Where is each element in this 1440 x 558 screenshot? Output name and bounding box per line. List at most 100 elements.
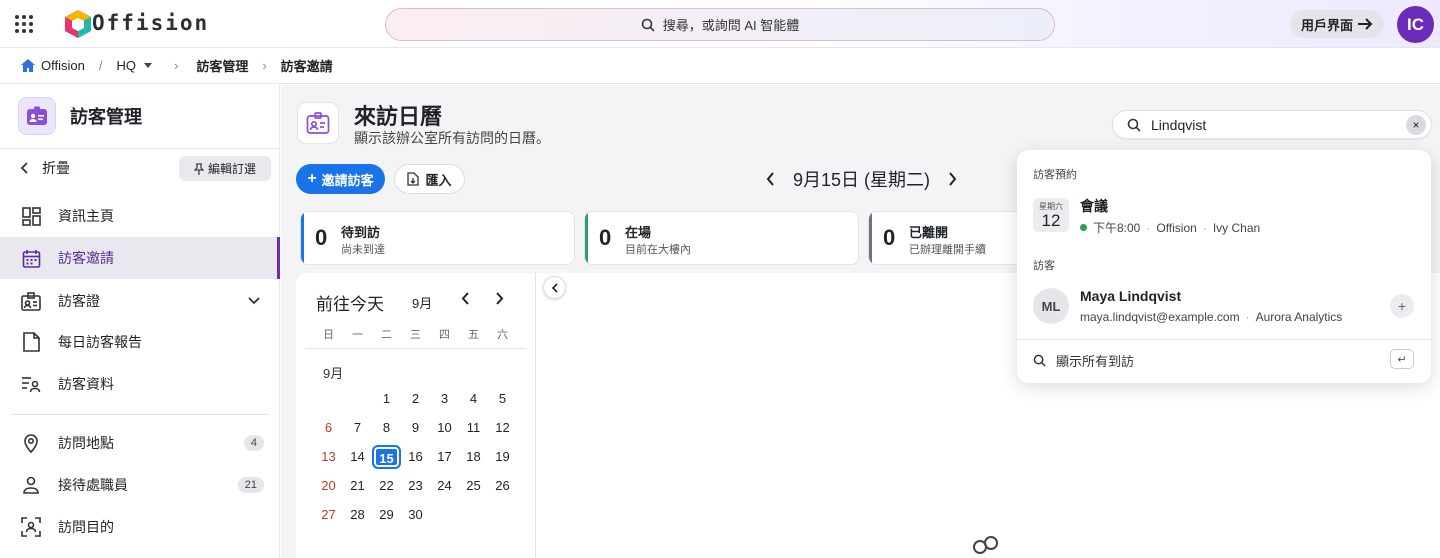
calendar-day[interactable]: 27 — [314, 503, 343, 527]
stat-accent-bar — [585, 212, 588, 264]
calendar-day[interactable]: 17 — [430, 445, 459, 469]
calendar-day[interactable]: 18 — [459, 445, 488, 469]
calendar-day[interactable]: 25 — [459, 474, 488, 498]
calendar-day[interactable]: 10 — [430, 416, 459, 440]
apps-grid-icon[interactable] — [14, 14, 34, 34]
divider — [306, 348, 526, 349]
top-bar: Offision 搜尋，或詢問 AI 智能體 用戶界面 IC — [0, 0, 1440, 48]
clear-search-icon[interactable]: × — [1406, 115, 1426, 135]
location-icon — [20, 432, 42, 454]
calendar-day[interactable]: 3 — [430, 387, 459, 411]
meta-separator: · — [1146, 220, 1151, 235]
user-interface-button[interactable]: 用戶界面 — [1290, 10, 1384, 38]
goto-today-button[interactable]: 前往今天 — [316, 290, 384, 315]
booking-host: Ivy Chan — [1212, 220, 1261, 235]
stat-card-onsite[interactable]: 0 在場 目前在大樓內 — [584, 211, 859, 265]
calendar-day[interactable]: 23 — [401, 474, 430, 498]
people-icon — [973, 536, 998, 554]
page-subtitle: 顯示該辦公室所有訪問的日曆。 — [354, 130, 550, 146]
chevron-left-icon[interactable] — [766, 172, 775, 186]
weekday-label: 五 — [468, 329, 479, 341]
calendar-day[interactable]: 12 — [488, 416, 517, 440]
breadcrumb-page: 訪客邀請 — [280, 59, 333, 74]
sidebar-item-visitor-data[interactable]: 訪客資料 — [0, 363, 280, 405]
person-list-icon — [20, 373, 42, 395]
sidebar-item-dashboard[interactable]: 資訊主頁 — [0, 195, 280, 237]
sidebar-item-daily-report[interactable]: 每日訪客報告 — [0, 321, 280, 363]
calendar-day[interactable]: 19 — [488, 445, 517, 469]
count-badge: 4 — [243, 435, 264, 451]
calendar-day[interactable]: 7 — [343, 416, 372, 440]
calendar-day[interactable]: 28 — [343, 503, 372, 527]
divider — [12, 414, 268, 415]
calendar-day[interactable]: 14 — [343, 445, 372, 469]
chevron-down-icon[interactable] — [248, 297, 260, 305]
visitors-heading: 訪客 — [1033, 260, 1055, 272]
calendar-day[interactable]: 1 — [372, 387, 401, 411]
calendar-day[interactable]: 8 — [372, 416, 401, 440]
calendar-day[interactable]: 22 — [372, 474, 401, 498]
caret-down-icon[interactable] — [143, 63, 152, 68]
current-date: 9月15日 (星期二) — [793, 170, 931, 190]
calendar-day[interactable]: 24 — [430, 474, 459, 498]
calendar-day[interactable]: 26 — [488, 474, 517, 498]
calendar-day[interactable]: 30 — [401, 503, 430, 527]
stat-count: 0 — [883, 225, 896, 250]
edit-subscription-button[interactable]: 編輯訂選 — [179, 156, 271, 181]
collapse-calendar-button[interactable] — [543, 276, 566, 299]
booking-time: 下午8:00 — [1093, 221, 1141, 235]
booking-date-badge: 星期六 12 — [1033, 198, 1069, 232]
stat-card-expected[interactable]: 0 待到訪 尚未到達 — [300, 211, 575, 265]
calendar-day[interactable]: 20 — [314, 474, 343, 498]
calendar-day[interactable]: 13 — [314, 445, 343, 469]
sidebar-item-locations[interactable]: 訪問地點 4 — [0, 422, 280, 464]
sidebar-item-visitor-badges[interactable]: 訪客證 — [0, 280, 280, 322]
month-select[interactable]: 9月 — [412, 293, 432, 312]
sidebar-item-reception-staff[interactable]: 接待處職員 21 — [0, 464, 280, 506]
booking-day: 12 — [1041, 211, 1061, 230]
chevron-left-icon[interactable] — [461, 292, 469, 305]
chevron-right-icon[interactable] — [496, 292, 504, 305]
plus-icon: + — [307, 170, 317, 187]
calendar-day[interactable]: 2 — [401, 387, 430, 411]
calendar-day[interactable]: 29 — [372, 503, 401, 527]
status-dot — [1080, 224, 1087, 231]
user-avatar[interactable]: IC — [1397, 6, 1434, 43]
add-visitor-icon[interactable]: + — [1390, 294, 1414, 318]
calendar-day[interactable]: 21 — [343, 474, 372, 498]
meta-separator: · — [1202, 220, 1207, 235]
collapse-button[interactable]: 折疊 — [20, 158, 70, 178]
calendar-day-selected[interactable]: 15 — [372, 445, 401, 469]
visitor-search-input[interactable]: Lindqvist × — [1112, 110, 1432, 139]
invite-visitor-button[interactable]: + 邀請訪客 — [296, 164, 385, 194]
calendar-day[interactable]: 11 — [459, 416, 488, 440]
sidebar: 訪客管理 折疊 編輯訂選 資訊主頁 訪客邀請 訪客證 每日訪客報告 訪客資料 訪… — [0, 85, 280, 558]
breadcrumb-home[interactable]: Offision — [41, 58, 85, 73]
search-icon — [641, 18, 655, 32]
import-button[interactable]: 匯入 — [394, 164, 465, 194]
breadcrumb-site[interactable]: HQ — [116, 58, 136, 73]
show-all-visits-button[interactable]: 顯示所有到訪 — [1033, 351, 1134, 370]
bookings-heading: 訪客預約 — [1033, 169, 1077, 181]
visitor-name[interactable]: Maya Lindqvist — [1080, 288, 1181, 304]
stat-label: 在場 — [625, 225, 652, 240]
show-all-label: 顯示所有到訪 — [1056, 354, 1135, 369]
calendar-day[interactable]: 6 — [314, 416, 343, 440]
calendar-day[interactable]: 9 — [401, 416, 430, 440]
booking-weekday: 星期六 — [1039, 202, 1063, 211]
visitor-card-icon — [297, 102, 339, 144]
meta-separator: · — [1245, 310, 1250, 324]
chevron-right-icon[interactable] — [948, 172, 957, 186]
calendar-day[interactable]: 5 — [488, 387, 517, 411]
global-search[interactable]: 搜尋，或詢問 AI 智能體 — [385, 8, 1055, 41]
sidebar-item-visitor-invites[interactable]: 訪客邀請 — [0, 237, 280, 279]
collapse-label: 折疊 — [42, 160, 70, 176]
sidebar-item-visit-purpose[interactable]: 訪問目的 — [0, 506, 280, 548]
booking-title[interactable]: 會議 — [1080, 196, 1108, 216]
stat-label: 已離開 — [909, 225, 949, 240]
edit-subscription-label: 編輯訂選 — [207, 162, 256, 176]
calendar-day[interactable]: 16 — [401, 445, 430, 469]
calendar-day[interactable]: 4 — [459, 387, 488, 411]
breadcrumb-section[interactable]: 訪客管理 — [196, 56, 248, 75]
search-icon — [1127, 118, 1141, 132]
